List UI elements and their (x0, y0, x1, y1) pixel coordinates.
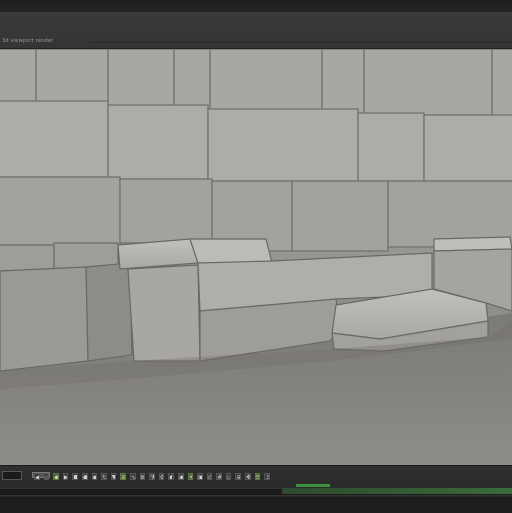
current-frame-field[interactable] (2, 471, 22, 480)
3d-viewport[interactable] (0, 49, 512, 465)
filter-icon[interactable]: ⧩ (149, 472, 155, 480)
play-back-icon[interactable]: ◀ (34, 472, 40, 480)
settings-icon[interactable]: ⚙ (158, 472, 165, 480)
loop-icon[interactable]: ↻ (101, 472, 107, 480)
render-icon[interactable]: ▣ (197, 472, 203, 480)
timeline-toolbar: ◀◁◆▶■●◆↻▼⊞∿▤⧩⚙◐◉☀▣◎#▭⊕✥⟳⇪ (30, 470, 270, 482)
stone-wall-render (0, 49, 512, 465)
onion-icon[interactable]: ◐ (168, 472, 174, 480)
keyframe-marker (296, 484, 330, 487)
bench-top-left (117, 238, 199, 270)
graph-icon[interactable]: ▤ (139, 472, 146, 480)
header-divider (90, 42, 512, 43)
status-bar (0, 497, 512, 513)
light-icon[interactable]: ☀ (187, 472, 194, 480)
timeline-progress (281, 488, 512, 494)
orbit-icon[interactable]: ⟳ (254, 472, 261, 480)
left-base-block (0, 266, 89, 372)
record-icon[interactable]: ● (81, 472, 88, 480)
snap-icon[interactable]: ⊞ (120, 472, 126, 480)
grid-icon[interactable]: # (216, 472, 222, 480)
export-icon[interactable]: ⇪ (264, 472, 270, 480)
keyframe-icon[interactable]: ◆ (91, 472, 98, 480)
key-icon[interactable]: ◆ (53, 472, 59, 480)
pan-icon[interactable]: ✥ (245, 472, 251, 480)
curve-icon[interactable]: ∿ (129, 472, 136, 480)
camera-icon[interactable]: ◉ (177, 472, 184, 480)
viewport-header: 3d viewport render (0, 12, 512, 49)
timeline-panel: ◀◁◆▶■●◆↻▼⊞∿▤⧩⚙◐◉☀▣◎#▭⊕✥⟳⇪ (0, 465, 512, 513)
bench-top-right (189, 238, 273, 264)
left-base-side (85, 262, 133, 362)
play-icon[interactable]: ▶ (62, 472, 69, 480)
view-icon[interactable]: ◎ (206, 472, 213, 480)
zoom-icon[interactable]: ⊕ (235, 472, 242, 480)
marker-icon[interactable]: ▼ (110, 472, 117, 480)
step-back-icon[interactable]: ◁ (43, 472, 50, 480)
viewport-title: 3d viewport render (2, 38, 54, 44)
stop-icon[interactable]: ■ (72, 472, 78, 480)
frame-icon[interactable]: ▭ (225, 472, 232, 480)
bench-front (127, 264, 201, 362)
